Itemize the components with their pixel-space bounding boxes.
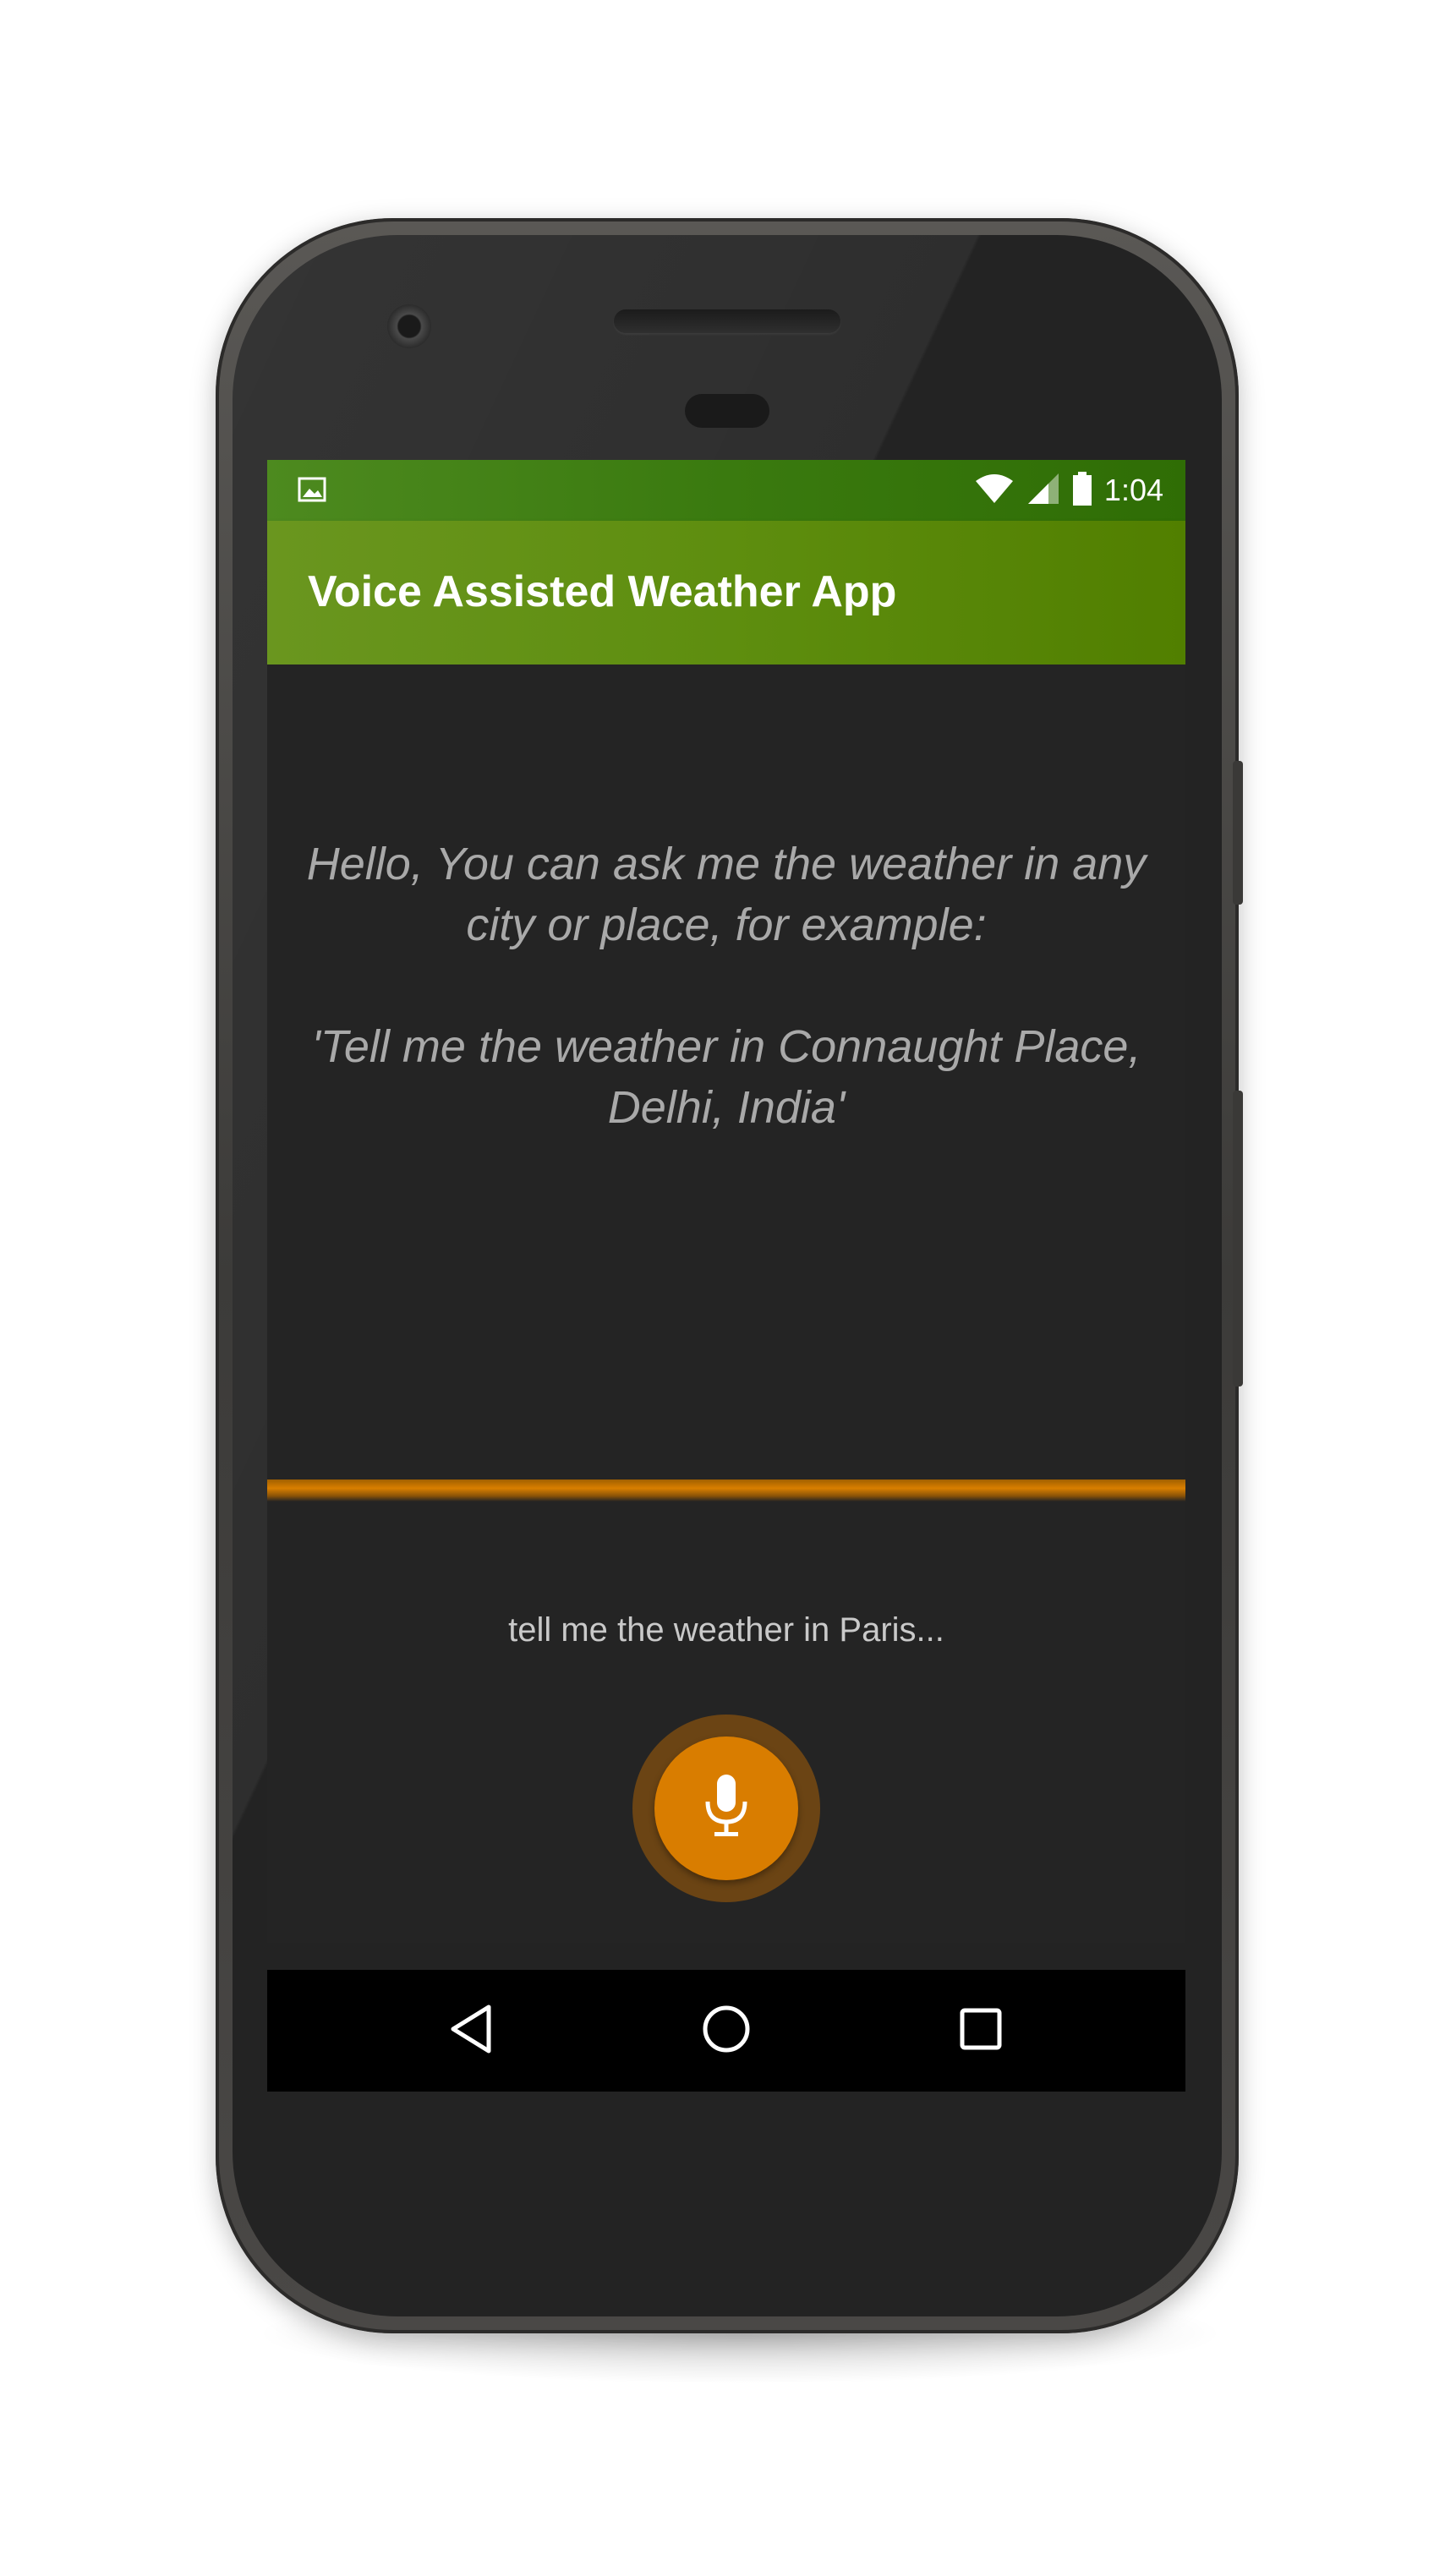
front-camera (387, 304, 431, 348)
back-icon (448, 2004, 495, 2058)
canvas: 1:04 Voice Assisted Weather App Hello, Y… (0, 0, 1456, 2576)
recents-icon (958, 2006, 1004, 2055)
recents-button[interactable] (950, 2000, 1011, 2061)
home-icon (701, 2004, 752, 2058)
hint-text: tell me the weather in Paris... (508, 1611, 944, 1649)
app-bar: Voice Assisted Weather App (267, 521, 1185, 665)
proximity-sensor (685, 394, 769, 428)
greeting-example: 'Tell me the weather in Connaught Place,… (311, 1021, 1141, 1133)
back-button[interactable] (441, 2000, 502, 2061)
accent-divider (267, 1479, 1185, 1501)
status-time: 1:04 (1103, 473, 1163, 507)
greeting-intro: Hello, You can ask me the weather in any… (306, 839, 1147, 950)
status-bar: 1:04 (267, 460, 1185, 521)
status-icons: 1:04 (974, 470, 1163, 511)
cell-signal-icon (1026, 472, 1060, 509)
earpiece-speaker (614, 309, 840, 333)
screen: 1:04 Voice Assisted Weather App Hello, Y… (267, 460, 1185, 2092)
volume-button (1233, 761, 1243, 905)
greeting-text: Hello, You can ask me the weather in any… (301, 834, 1152, 1138)
image-notification-icon (298, 477, 326, 502)
nav-bar (267, 1970, 1185, 2092)
microphone-icon (701, 1773, 752, 1844)
app-title: Voice Assisted Weather App (308, 567, 897, 616)
battery-icon (1072, 472, 1092, 509)
power-button (1233, 1091, 1243, 1386)
microphone-button[interactable] (654, 1736, 798, 1880)
wifi-icon (974, 473, 1015, 508)
home-button[interactable] (696, 2000, 757, 2061)
